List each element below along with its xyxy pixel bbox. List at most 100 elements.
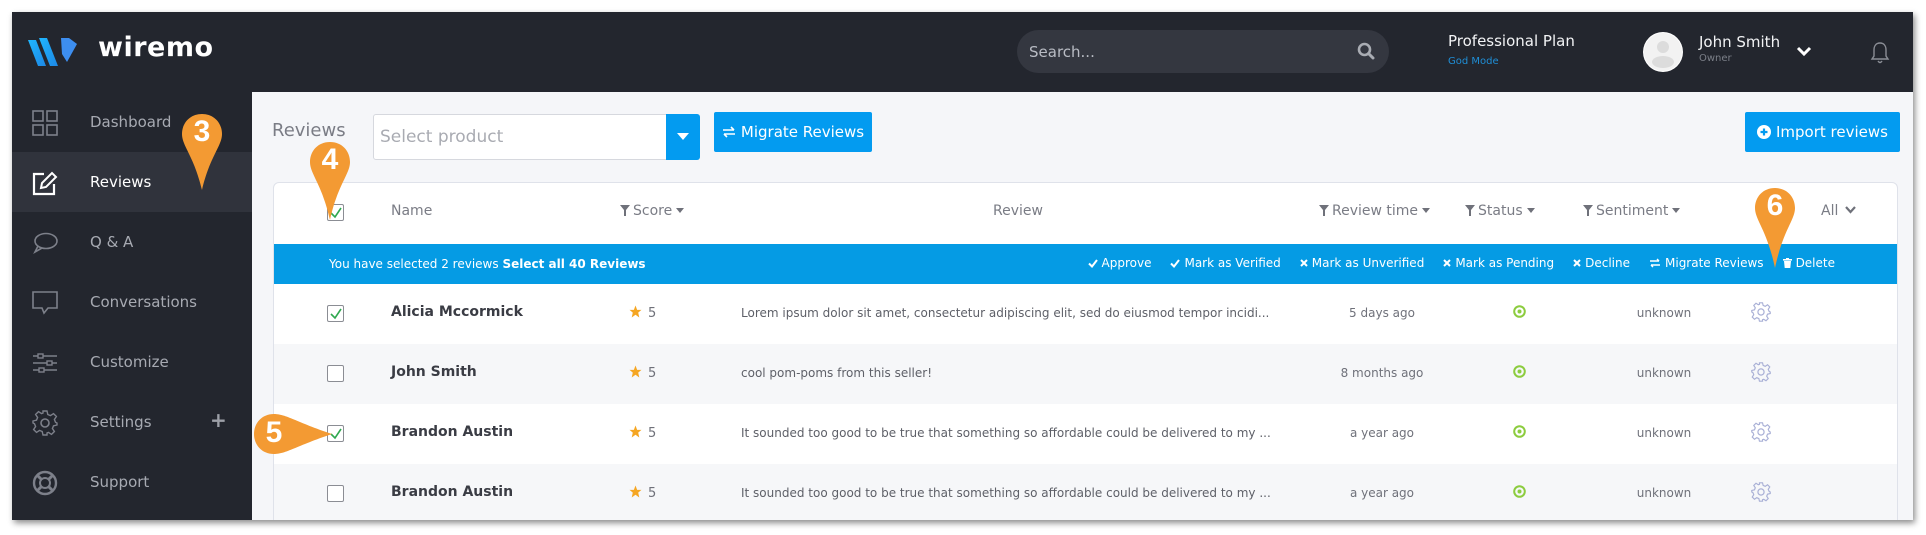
row-settings-button[interactable] [1751,422,1771,446]
column-review-time[interactable]: Review time [1319,203,1431,219]
search-icon[interactable] [1357,42,1375,60]
table-row[interactable]: Brandon Austin 5 It sounded too good to be… [274,404,1897,464]
edit-icon [32,171,58,196]
mark-verified-action[interactable]: Mark as Verified [1170,256,1281,270]
reviewer-name[interactable]: Brandon Austin [391,424,513,440]
table-row[interactable]: Brandon Austin 5 It sounded too good to be… [274,464,1897,520]
status-indicator[interactable] [1513,305,1526,322]
column-status-label: Status [1478,203,1523,219]
row-checkbox[interactable] [327,365,344,382]
dashboard-grid-icon [32,110,58,136]
plan-mode-link[interactable]: God Mode [1448,56,1575,67]
row-checkbox[interactable] [327,305,344,322]
product-select[interactable]: Select product [373,114,700,160]
select-dropdown-button[interactable] [666,114,700,160]
review-time: a year ago [1349,486,1415,500]
mark-pending-action[interactable]: Mark as Pending [1443,256,1554,270]
migrate-reviews-button[interactable]: Migrate Reviews [714,112,872,152]
row-checkbox[interactable] [327,485,344,502]
column-score-label: Score [633,203,673,219]
caret-down-icon [677,133,689,140]
approve-label: Approve [1101,256,1152,270]
sidebar-item-label: Support [90,473,150,491]
sidebar-item-label: Q & A [90,233,134,251]
callout-number: 4 [321,143,339,176]
review-score: 5 [629,365,656,381]
row-settings-button[interactable] [1751,302,1771,326]
reviews-table: Name Score Review Review time Status Sen… [273,182,1898,520]
chevron-down-icon [1844,206,1856,214]
row-settings-button[interactable] [1751,482,1771,506]
table-row[interactable]: Alicia Mccormick 5 Lorem ipsum dolor sit a… [274,284,1897,344]
user-silhouette-icon [1644,33,1682,71]
row-settings-button[interactable] [1751,362,1771,386]
bulk-migrate-label: Migrate Reviews [1665,256,1764,270]
column-review: Review [993,203,1043,219]
sentiment-value: unknown [1636,306,1692,320]
sidebar-item-conversations[interactable]: Conversations [12,272,252,332]
sidebar-item-customize[interactable]: Customize [12,332,252,392]
user-avatar[interactable] [1643,32,1683,72]
column-score[interactable]: Score [620,203,685,219]
search-input[interactable] [1029,30,1329,73]
chat-bubble-icon [33,232,58,255]
plus-circle-icon [1757,125,1771,139]
column-all-dropdown[interactable]: All [1821,203,1856,219]
select-all-link[interactable]: Select all 40 Reviews [502,257,645,271]
review-text[interactable]: Lorem ipsum dolor sit amet, consectetur … [741,306,1269,320]
conversation-icon [32,291,58,315]
bell-icon[interactable] [1870,41,1890,65]
column-status[interactable]: Status [1465,203,1535,219]
gear-icon [32,410,58,436]
expand-plus-icon[interactable]: + [210,408,227,432]
callout-marker-5: 5 [252,412,334,456]
review-time: 5 days ago [1349,306,1415,320]
column-name[interactable]: Name [391,203,432,219]
reviewer-name[interactable]: John Smith [391,364,477,380]
reviewer-name[interactable]: Alicia Mccormick [391,304,523,320]
select-placeholder: Select product [380,127,504,147]
gear-icon [1751,422,1771,442]
sidebar-item-label: Reviews [90,173,152,191]
column-sentiment[interactable]: Sentiment [1583,203,1681,219]
sidebar-item-qa[interactable]: Q & A [12,212,252,272]
check-icon [1087,258,1098,268]
status-active-icon [1513,305,1526,318]
table-row[interactable]: John Smith 5 cool pom-poms from this selle… [274,344,1897,404]
sidebar-item-support[interactable]: Support [12,452,252,512]
import-reviews-button[interactable]: Import reviews [1745,112,1900,152]
user-info[interactable]: John Smith Owner [1699,33,1780,64]
callout-number: 3 [193,115,211,148]
score-value: 5 [648,486,657,501]
x-icon [1443,259,1452,267]
x-icon [1300,259,1308,267]
bulk-actions: Approve Mark as Verified Mark as Unverif… [1087,256,1835,270]
page-title: Reviews [272,120,346,141]
gear-icon [1751,482,1771,502]
review-text[interactable]: It sounded too good to be true that some… [741,426,1271,440]
sentiment-value: unknown [1636,426,1692,440]
bulk-action-bar: You have selected 2 reviews Select all 4… [274,244,1897,284]
reviewer-name[interactable]: Brandon Austin [391,484,513,500]
approve-action[interactable]: Approve [1087,256,1152,270]
lifebuoy-icon [32,470,58,496]
status-indicator[interactable] [1513,365,1526,382]
status-indicator[interactable] [1513,425,1526,442]
wiremo-logo-icon [28,38,77,66]
review-text[interactable]: cool pom-poms from this seller! [741,366,932,380]
review-text[interactable]: It sounded too good to be true that some… [741,486,1271,500]
decline-label: Decline [1585,256,1630,270]
chevron-down-icon[interactable] [1796,45,1812,57]
sidebar-item-settings[interactable]: Settings + [12,392,252,452]
mark-unverified-label: Mark as Unverified [1311,256,1425,270]
plan-name: Professional Plan [1448,32,1575,50]
status-indicator[interactable] [1513,485,1526,502]
selection-count-text: You have selected 2 reviews [329,257,499,271]
star-icon [629,305,642,318]
bulk-migrate-action[interactable]: Migrate Reviews [1649,256,1764,270]
decline-action[interactable]: Decline [1573,256,1630,270]
mark-verified-label: Mark as Verified [1184,256,1281,270]
search-box[interactable] [1017,30,1389,73]
review-score: 5 [629,485,656,501]
mark-unverified-action[interactable]: Mark as Unverified [1300,256,1425,270]
